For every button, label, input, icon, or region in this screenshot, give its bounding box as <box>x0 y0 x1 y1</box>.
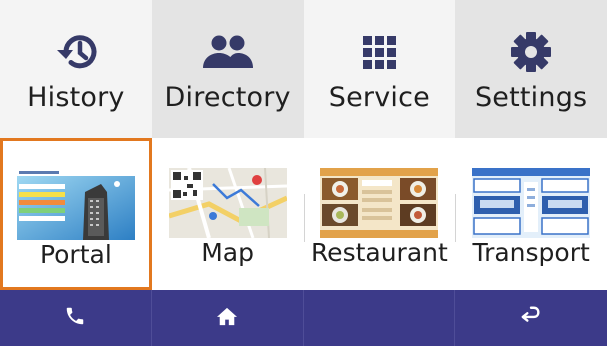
menu-directory-label: Directory <box>164 82 291 113</box>
tile-restaurant-label: Restaurant <box>310 238 448 267</box>
tile-portal[interactable]: Portal <box>0 138 152 290</box>
history-icon <box>54 32 98 72</box>
home-icon <box>216 306 238 330</box>
phone-icon <box>64 305 86 331</box>
transport-thumbnail <box>472 168 591 238</box>
map-thumbnail <box>168 168 287 238</box>
menu-directory-button[interactable]: Directory <box>151 0 304 138</box>
tile-map-label: Map <box>201 238 254 267</box>
menu-service-button[interactable]: Service <box>303 0 456 138</box>
tile-transport[interactable]: Transport <box>455 138 607 290</box>
app-tiles: Portal Map Restaurant Transport <box>0 138 607 290</box>
menu-history-button[interactable]: History <box>0 0 152 138</box>
tile-transport-label: Transport <box>472 238 590 267</box>
tile-portal-label: Portal <box>39 240 112 269</box>
screen: History Directory Service Settings Porta… <box>0 0 607 346</box>
call-button[interactable] <box>0 290 152 346</box>
bottom-nav-bar <box>0 290 607 346</box>
back-icon <box>520 305 542 331</box>
menu-service-label: Service <box>328 82 430 113</box>
menu-settings-button[interactable]: Settings <box>455 0 607 138</box>
tile-divider <box>455 194 456 242</box>
grid-icon <box>361 32 397 72</box>
people-icon <box>201 32 255 72</box>
portal-thumbnail <box>16 170 135 240</box>
tile-restaurant[interactable]: Restaurant <box>304 138 456 290</box>
blank-button[interactable] <box>304 290 456 346</box>
menu-history-label: History <box>27 82 125 113</box>
tile-divider <box>304 194 305 242</box>
menu-settings-label: Settings <box>474 82 588 113</box>
gear-icon <box>510 32 552 72</box>
restaurant-thumbnail <box>320 168 439 238</box>
tile-map[interactable]: Map <box>152 138 304 290</box>
home-button[interactable] <box>152 290 304 346</box>
back-button[interactable] <box>455 290 607 346</box>
top-menu: History Directory Service Settings <box>0 0 607 138</box>
